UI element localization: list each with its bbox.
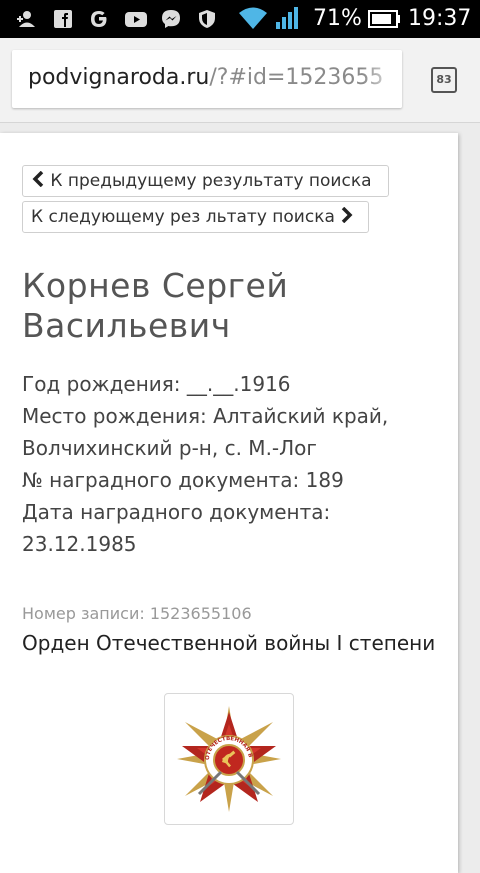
award-document-date: Дата наградного документа: 23.12.1985: [22, 500, 331, 556]
birth-place: Место рождения: Алтайский край, Волчихин…: [22, 404, 389, 460]
order-star-icon: ОТЕЧЕСТВЕННАЯ ВОЙНА: [173, 702, 281, 812]
wifi-icon: [238, 5, 268, 35]
chevron-right-icon: [342, 206, 353, 224]
next-result-label: К следующему рез льтату поиска: [31, 207, 335, 227]
chevron-left-icon: [32, 170, 44, 188]
address-bar[interactable]: podvignaroda.ru/?#id=1523655: [12, 50, 402, 108]
medal-image[interactable]: ОТЕЧЕСТВЕННАЯ ВОЙНА: [164, 693, 294, 825]
person-name: Корнев Сергей Васильевич: [22, 266, 289, 345]
status-bar: 71% 19:37: [0, 0, 480, 38]
browser-toolbar: podvignaroda.ru/?#id=1523655 83: [0, 38, 480, 123]
shield-icon: [196, 8, 218, 34]
tab-switcher-button[interactable]: 83: [431, 67, 457, 93]
google-icon: [88, 8, 110, 34]
clock: 19:37: [408, 6, 472, 31]
person-details: Год рождения: __.__.1916 Место рождения:…: [22, 368, 442, 560]
record-number: Номер записи: 1523655106: [22, 604, 252, 623]
youtube-icon: [124, 8, 148, 34]
url-fade: [362, 50, 402, 108]
messenger-icon: [160, 8, 182, 34]
battery-icon: [368, 8, 402, 34]
url-path: /?#id=1523655: [209, 65, 384, 90]
previous-result-label: К предыдущему результату поиска: [50, 171, 372, 191]
award-document-number: № наградного документа: 189: [22, 468, 344, 492]
award-name[interactable]: Орден Отечественной войны I степени: [22, 631, 452, 655]
url-domain: podvignaroda.ru: [28, 65, 210, 90]
accounts-icon: [16, 8, 38, 34]
previous-result-button[interactable]: К предыдущему результату поиска: [22, 165, 389, 197]
signal-icon: [274, 5, 300, 35]
facebook-icon: [52, 8, 74, 34]
next-result-button[interactable]: К следующему рез льтату поиска: [22, 201, 369, 233]
birth-year: Год рождения: __.__.1916: [22, 372, 291, 396]
battery-percentage: 71%: [313, 6, 362, 31]
url-text[interactable]: podvignaroda.ru/?#id=1523655: [28, 65, 383, 90]
